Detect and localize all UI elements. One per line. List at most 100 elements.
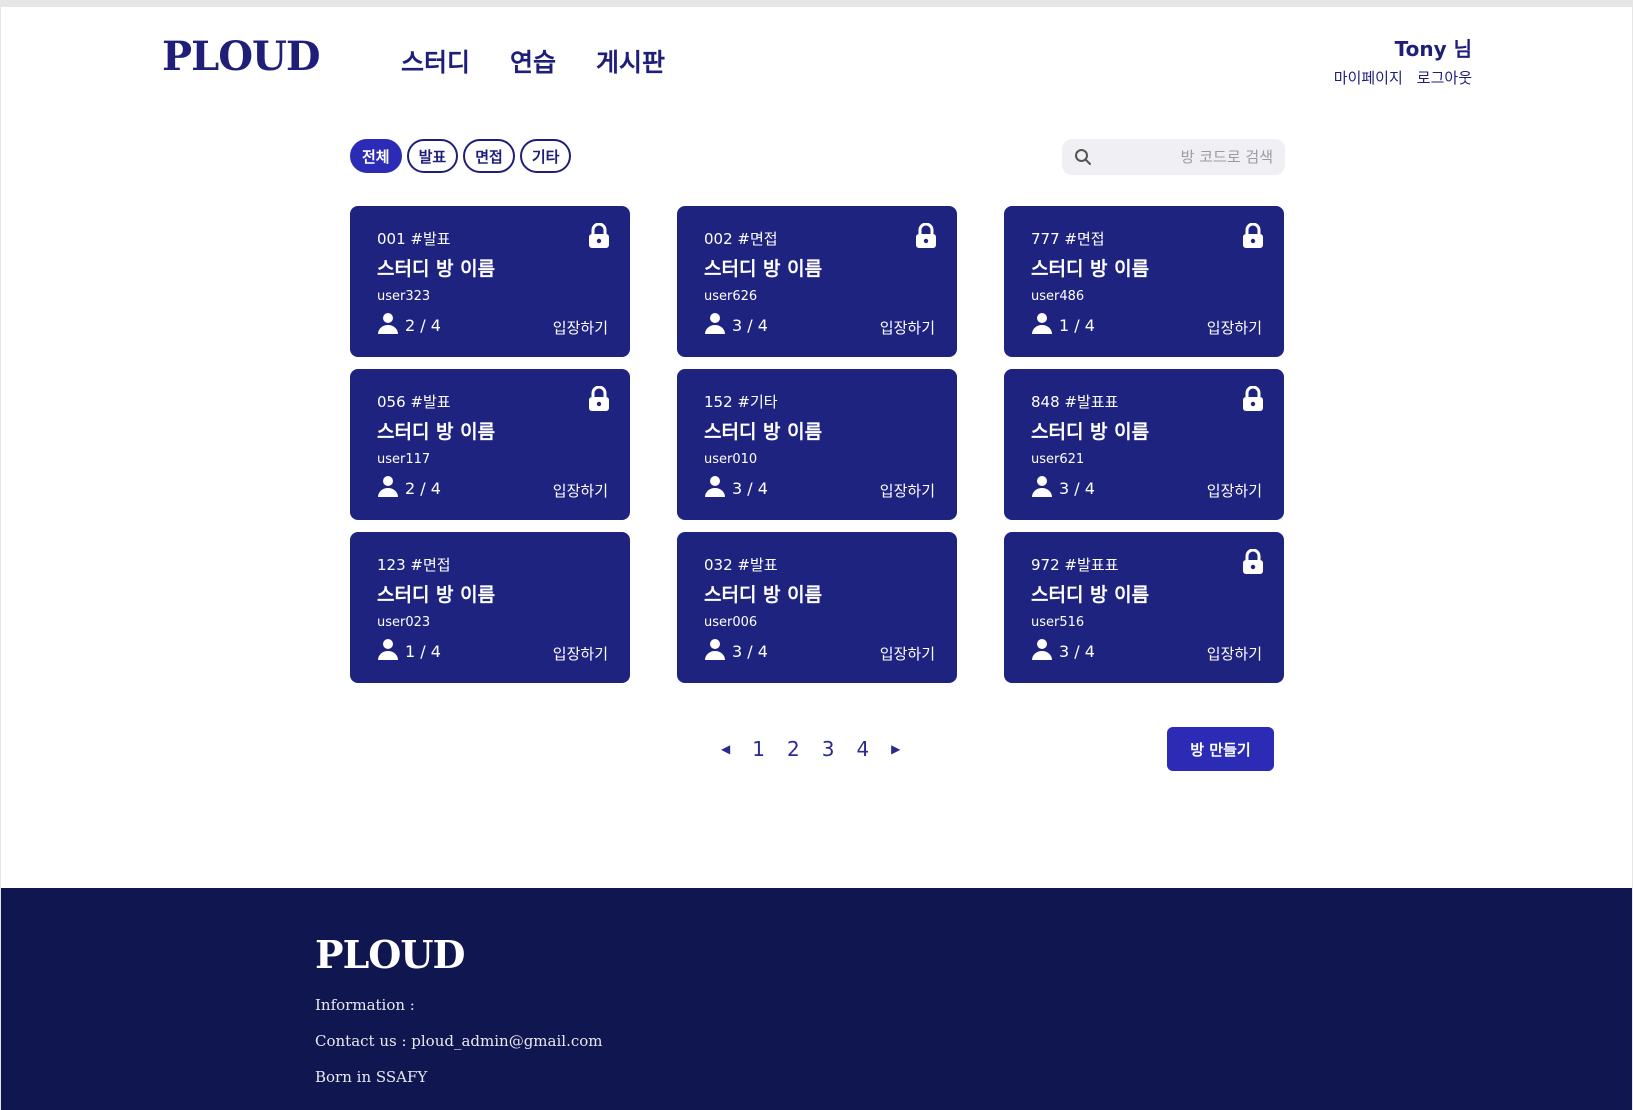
person-icon xyxy=(377,638,399,664)
room-meta: 056 #발표 xyxy=(377,393,451,411)
lock-icon xyxy=(588,385,610,416)
ploud-logo[interactable]: PLOUD xyxy=(162,33,321,80)
enter-room-button[interactable]: 입장하기 xyxy=(1207,643,1262,664)
room-card[interactable]: 032 #발표스터디 방 이름 user006 3 / 4 입장하기 xyxy=(677,532,957,683)
room-owner: user117 xyxy=(377,452,431,467)
page-3[interactable]: 3 xyxy=(822,737,835,761)
lock-icon xyxy=(1242,222,1264,253)
footer-information: Information : xyxy=(315,996,415,1014)
room-owner: user023 xyxy=(377,615,431,630)
footer: PLOUD Information : Contact us : ploud_a… xyxy=(1,888,1632,1110)
enter-room-button[interactable]: 입장하기 xyxy=(880,480,935,501)
room-card[interactable]: 777 #면접 스터디 방 이름 user486 1 / 4 입장하기 xyxy=(1004,206,1284,357)
room-card[interactable]: 002 #면접 스터디 방 이름 user626 3 / 4 입장하기 xyxy=(677,206,957,357)
member-count: 1 / 4 xyxy=(405,641,441,661)
page-1[interactable]: 1 xyxy=(752,737,765,761)
person-icon xyxy=(1031,312,1053,338)
lock-icon xyxy=(588,222,610,253)
footer-contact: Contact us : ploud_admin@gmail.com xyxy=(315,1032,603,1050)
page-4[interactable]: 4 xyxy=(856,737,869,761)
filter-all[interactable]: 전체 xyxy=(350,139,402,173)
room-owner: user006 xyxy=(704,615,758,630)
user-greeting: Tony 님 xyxy=(1394,37,1472,61)
room-meta: 152 #기타 xyxy=(704,393,778,411)
member-count: 3 / 4 xyxy=(732,315,768,335)
enter-room-button[interactable]: 입장하기 xyxy=(1207,480,1262,501)
member-count: 2 / 4 xyxy=(405,315,441,335)
person-icon xyxy=(377,475,399,501)
person-icon xyxy=(377,312,399,338)
member-count: 3 / 4 xyxy=(1059,641,1095,661)
enter-room-button[interactable]: 입장하기 xyxy=(880,317,935,338)
room-title: 스터디 방 이름 xyxy=(704,421,823,443)
room-meta: 001 #발표 xyxy=(377,230,451,248)
prev-page-icon[interactable]: ◀ xyxy=(721,742,730,756)
main-nav: 스터디 연습 게시판 xyxy=(401,43,665,79)
room-owner: user486 xyxy=(1031,289,1085,304)
search-icon xyxy=(1075,149,1091,165)
mypage-link[interactable]: 마이페이지 xyxy=(1334,67,1403,88)
room-meta: 848 #발표표 xyxy=(1031,393,1119,411)
room-owner: user323 xyxy=(377,289,431,304)
person-icon xyxy=(1031,475,1053,501)
room-owner: user621 xyxy=(1031,452,1085,467)
room-title: 스터디 방 이름 xyxy=(1031,258,1150,280)
room-owner: user516 xyxy=(1031,615,1085,630)
page-2[interactable]: 2 xyxy=(787,737,800,761)
room-members: 3 / 4 xyxy=(704,475,768,501)
lock-icon xyxy=(915,222,937,253)
enter-room-button[interactable]: 입장하기 xyxy=(1207,317,1262,338)
page: PLOUD 스터디 연습 게시판 Tony 님 마이페이지 로그아웃 전체 발표… xyxy=(1,7,1632,1110)
member-count: 2 / 4 xyxy=(405,478,441,498)
footer-logo: PLOUD xyxy=(315,932,465,977)
room-meta: 972 #발표표 xyxy=(1031,556,1119,574)
nav-practice[interactable]: 연습 xyxy=(510,43,556,79)
room-title: 스터디 방 이름 xyxy=(704,258,823,280)
category-filters: 전체 발표 면접 기타 xyxy=(350,139,572,173)
member-count: 1 / 4 xyxy=(1059,315,1095,335)
filter-presentation[interactable]: 발표 xyxy=(406,139,459,173)
room-members: 3 / 4 xyxy=(704,312,768,338)
room-card[interactable]: 056 #발표 스터디 방 이름 user117 2 / 4 입장하기 xyxy=(350,369,630,520)
user-links: 마이페이지 로그아웃 xyxy=(1334,67,1472,88)
room-members: 1 / 4 xyxy=(1031,312,1095,338)
room-card[interactable]: 001 #발표스터디 방 이름 user323 2 / 4 입장하기 xyxy=(350,206,630,357)
room-card[interactable]: 848 #발표표스터디 방 이름 user621 3 / 4 입장하기 xyxy=(1004,369,1284,520)
room-owner: user010 xyxy=(704,452,758,467)
member-count: 3 / 4 xyxy=(732,641,768,661)
room-owner: user626 xyxy=(704,289,758,304)
person-icon xyxy=(704,475,726,501)
enter-room-button[interactable]: 입장하기 xyxy=(553,317,608,338)
room-meta: 032 #발표 xyxy=(704,556,778,574)
logout-link[interactable]: 로그아웃 xyxy=(1417,67,1472,88)
nav-study[interactable]: 스터디 xyxy=(401,43,470,79)
create-room-button[interactable]: 방 만들기 xyxy=(1167,727,1274,771)
room-card[interactable]: 972 #발표표스터디 방 이름 user516 3 / 4 입장하기 xyxy=(1004,532,1284,683)
person-icon xyxy=(704,312,726,338)
nav-board[interactable]: 게시판 xyxy=(596,43,665,79)
enter-room-button[interactable]: 입장하기 xyxy=(880,643,935,664)
room-members: 2 / 4 xyxy=(377,475,441,501)
room-card[interactable]: 123 #면접 스터디 방 이름 user023 1 / 4 입장하기 xyxy=(350,532,630,683)
room-members: 3 / 4 xyxy=(1031,475,1095,501)
room-title: 스터디 방 이름 xyxy=(704,584,823,606)
next-page-icon[interactable]: ▶ xyxy=(891,742,900,756)
room-code-search-input[interactable] xyxy=(1092,148,1273,166)
member-count: 3 / 4 xyxy=(1059,478,1095,498)
room-title: 스터디 방 이름 xyxy=(1031,421,1150,443)
room-card[interactable]: 152 #기타스터디 방 이름 user010 3 / 4 입장하기 xyxy=(677,369,957,520)
lock-icon xyxy=(1242,385,1264,416)
lock-icon xyxy=(1242,548,1264,579)
search-box xyxy=(1062,139,1285,175)
filter-interview[interactable]: 면접 xyxy=(463,139,515,173)
room-grid: 001 #발표 스터디 방 이름 user323 2 / 4 입장하기 002 #면접 스터… xyxy=(350,206,1284,683)
enter-room-button[interactable]: 입장하기 xyxy=(553,643,608,664)
room-members: 3 / 4 xyxy=(1031,638,1095,664)
person-icon xyxy=(704,638,726,664)
room-title: 스터디 방 이름 xyxy=(1031,584,1150,606)
filter-etc[interactable]: 기타 xyxy=(519,139,572,173)
member-count: 3 / 4 xyxy=(732,478,768,498)
room-title: 스터디 방 이름 xyxy=(377,258,496,280)
pagination: ◀ 1 2 3 4 ▶ xyxy=(721,737,900,761)
enter-room-button[interactable]: 입장하기 xyxy=(553,480,608,501)
